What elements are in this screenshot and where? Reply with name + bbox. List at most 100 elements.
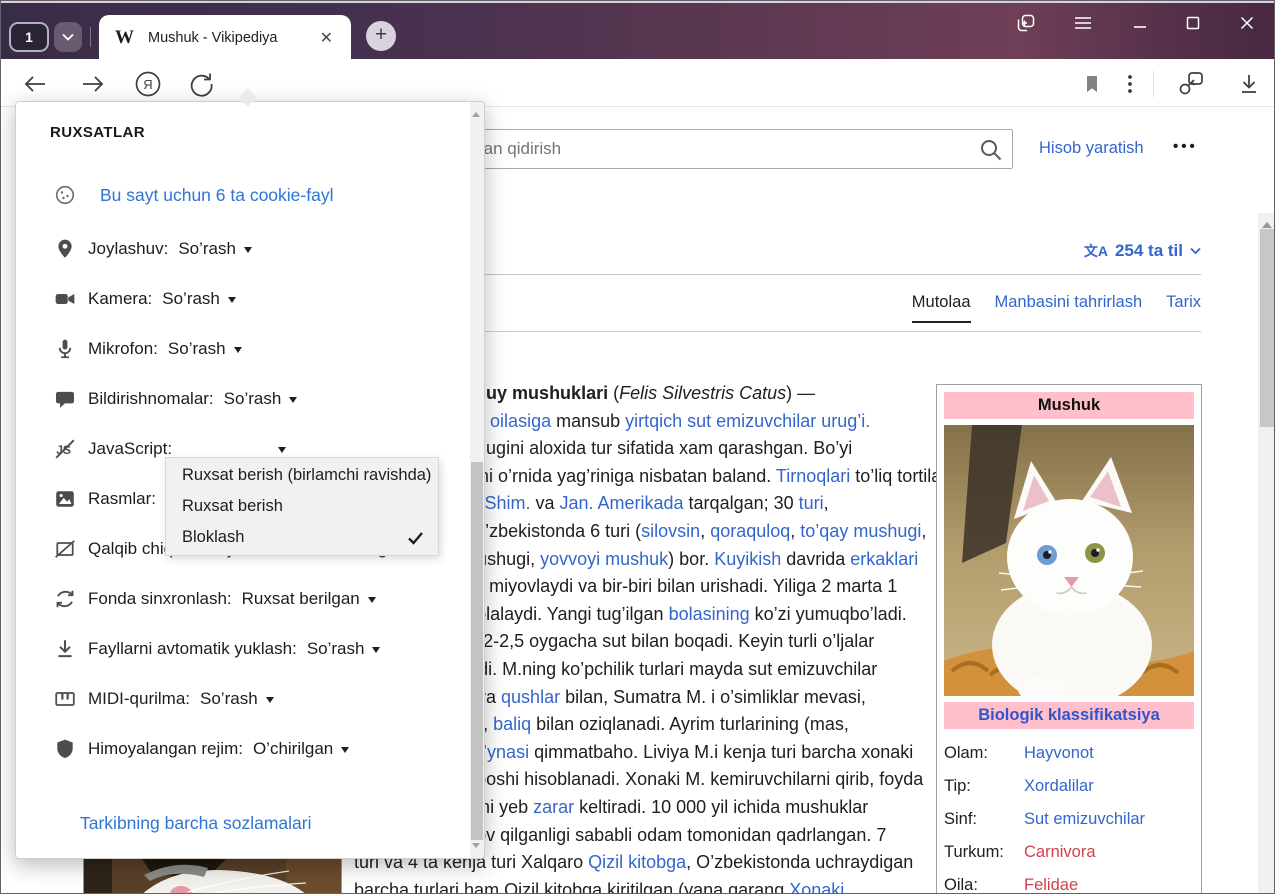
new-tab-button[interactable]: + (366, 21, 396, 51)
wiki-link[interactable]: qoraquloq (710, 521, 790, 541)
chevron-down-icon[interactable] (372, 647, 380, 657)
wiki-link[interactable]: baliq (493, 714, 531, 734)
permission-value[interactable]: Ruxsat berilgan (242, 589, 360, 609)
chevron-down-icon[interactable] (234, 347, 242, 357)
close-window-button[interactable] (1232, 9, 1262, 37)
browser-tab[interactable]: W Mushuk - Vikipediya ✕ (99, 15, 351, 61)
permission-value[interactable]: So’rash (162, 289, 220, 309)
more-options-icon[interactable]: ••• (1173, 138, 1198, 155)
chevron-down-icon[interactable] (244, 247, 252, 257)
permission-value[interactable]: So’rash (178, 239, 236, 259)
downloads-button[interactable] (1234, 69, 1264, 99)
article-cat-thumbnail[interactable] (83, 858, 342, 894)
article-text: va (530, 493, 559, 513)
permission-value[interactable]: So’rash (307, 639, 365, 659)
dropdown-item[interactable]: Ruxsat berish (birlamchi ravishda) (166, 460, 438, 491)
menu-button[interactable] (1068, 9, 1098, 37)
chevron-down-icon[interactable] (368, 597, 376, 607)
dropdown-item[interactable]: Ruxsat berish (166, 491, 438, 522)
panel-scrollbar-thumb[interactable] (471, 462, 483, 840)
collections-button[interactable] (1011, 9, 1041, 37)
permission-label: Fayllarni avtomatik yuklash: (88, 639, 297, 659)
wiki-link[interactable]: yirtqich sut emizuvchilar urug’i. (625, 411, 870, 431)
scrollbar-thumb[interactable] (1260, 229, 1274, 427)
panel-scrollbar[interactable] (470, 102, 484, 858)
wiki-link[interactable]: yovvoyi mushuk (540, 549, 668, 569)
tab-close-icon[interactable]: ✕ (314, 26, 339, 50)
permission-value[interactable]: So’rash (168, 339, 226, 359)
extensions-menu-button[interactable] (1115, 69, 1145, 99)
wiki-link[interactable]: bolasining (669, 604, 750, 624)
wiki-link[interactable]: turi (799, 493, 824, 513)
checkmark-icon (407, 531, 424, 545)
chevron-down-icon (62, 33, 74, 41)
taxon-rank-label: Turkum: (944, 843, 1024, 862)
download-icon (1236, 71, 1262, 97)
chevron-down-icon[interactable] (228, 297, 236, 307)
article-text: , (824, 493, 829, 513)
language-selector[interactable]: 文A 254 ta til (1084, 241, 1201, 261)
maximize-button[interactable] (1178, 9, 1208, 37)
page-scrollbar[interactable] (1258, 213, 1275, 894)
taxon-link[interactable]: Hayvonot (1024, 744, 1094, 763)
wiki-tab-manbasini-tahrirlash[interactable]: Manbasini tahrirlash (995, 293, 1143, 323)
yandex-services-button[interactable]: Я (133, 69, 163, 99)
cookies-link[interactable]: Bu sayt uchun 6 ta cookie-fayl (100, 185, 333, 206)
wiki-link[interactable]: Jan. Amerikada (559, 493, 683, 513)
titlebar-separator (90, 27, 91, 47)
kitten-photo[interactable] (944, 425, 1194, 696)
chevron-down-icon[interactable] (278, 447, 286, 457)
taxon-link[interactable]: Carnivora (1024, 843, 1096, 862)
all-content-settings-link[interactable]: Tarkibning barcha sozlamalari (80, 813, 312, 834)
wiki-tab-mutolaa[interactable]: Mutolaa (912, 293, 971, 323)
chevron-down-icon[interactable] (266, 697, 274, 707)
taxon-link[interactable]: Sut emizuvchilar (1024, 810, 1145, 829)
search-icon[interactable] (978, 137, 1004, 163)
article-text: ko’zi yumuqbo’ladi. (750, 604, 907, 624)
chevron-down-icon[interactable] (341, 747, 349, 757)
shield-icon (54, 738, 76, 760)
wiki-link[interactable]: Qizil kitobga (588, 852, 686, 872)
wiki-link[interactable]: to’qay mushugi (800, 521, 921, 541)
download-icon (54, 638, 76, 660)
tab-counter-button[interactable]: 1 (9, 22, 49, 52)
wiki-link[interactable]: Xonaki (789, 880, 844, 894)
language-icon: 文A (1084, 241, 1108, 261)
chevron-down-icon[interactable] (289, 397, 297, 407)
classification-row: Oila:Felidae (944, 869, 1194, 894)
permission-value[interactable]: O’chirilgan (253, 739, 333, 759)
permission-label: Kamera: (88, 289, 152, 309)
permission-value[interactable]: So’rash (200, 689, 258, 709)
permission-row-background-sync: Fonda sinxronlash:Ruxsat berilgan (54, 574, 460, 624)
wiki-tab-tarix[interactable]: Tarix (1166, 293, 1201, 323)
infobox-title: Mushuk (944, 392, 1194, 419)
password-manager-button[interactable] (1176, 69, 1206, 99)
panel-scroll-up-icon[interactable] (472, 108, 480, 117)
wiki-link[interactable]: erkaklari (850, 549, 918, 569)
cookies-row[interactable]: Bu sayt uchun 6 ta cookie-fayl (54, 180, 333, 210)
article-text: qimmatbaho. Liviya M.i kenja turi barcha… (529, 742, 913, 762)
taxon-link[interactable]: Felidae (1024, 876, 1078, 894)
dropdown-item[interactable]: Bloklash (166, 522, 438, 553)
permission-value[interactable]: So’rash (224, 389, 282, 409)
minimize-button[interactable] (1125, 9, 1155, 37)
wiki-link[interactable]: Tirnoqlari (776, 466, 850, 486)
panel-scroll-down-icon[interactable] (472, 843, 480, 852)
back-button[interactable] (20, 69, 50, 99)
wiki-link[interactable]: zarar (533, 797, 574, 817)
create-account-link[interactable]: Hisob yaratish (1039, 139, 1144, 158)
tab-list-chevron-button[interactable] (54, 22, 82, 52)
article-text: uy mushuklari (486, 383, 608, 403)
bookmark-button[interactable] (1077, 69, 1107, 99)
wiki-link[interactable]: Kuyikish (714, 549, 781, 569)
forward-button[interactable] (78, 69, 108, 99)
scroll-up-icon[interactable] (1262, 217, 1272, 228)
article-text: Felis Silvestris Catus (619, 383, 786, 403)
taxon-link[interactable]: Xordalilar (1024, 777, 1094, 796)
wiki-link[interactable]: silovsin (641, 521, 700, 541)
reload-button[interactable] (186, 69, 216, 99)
close-icon (1240, 16, 1254, 30)
permission-row-auto-download: Fayllarni avtomatik yuklash: So’rash (54, 624, 460, 674)
wiki-link[interactable]: Shim. (484, 493, 530, 513)
wiki-link[interactable]: qushlar (501, 687, 560, 707)
